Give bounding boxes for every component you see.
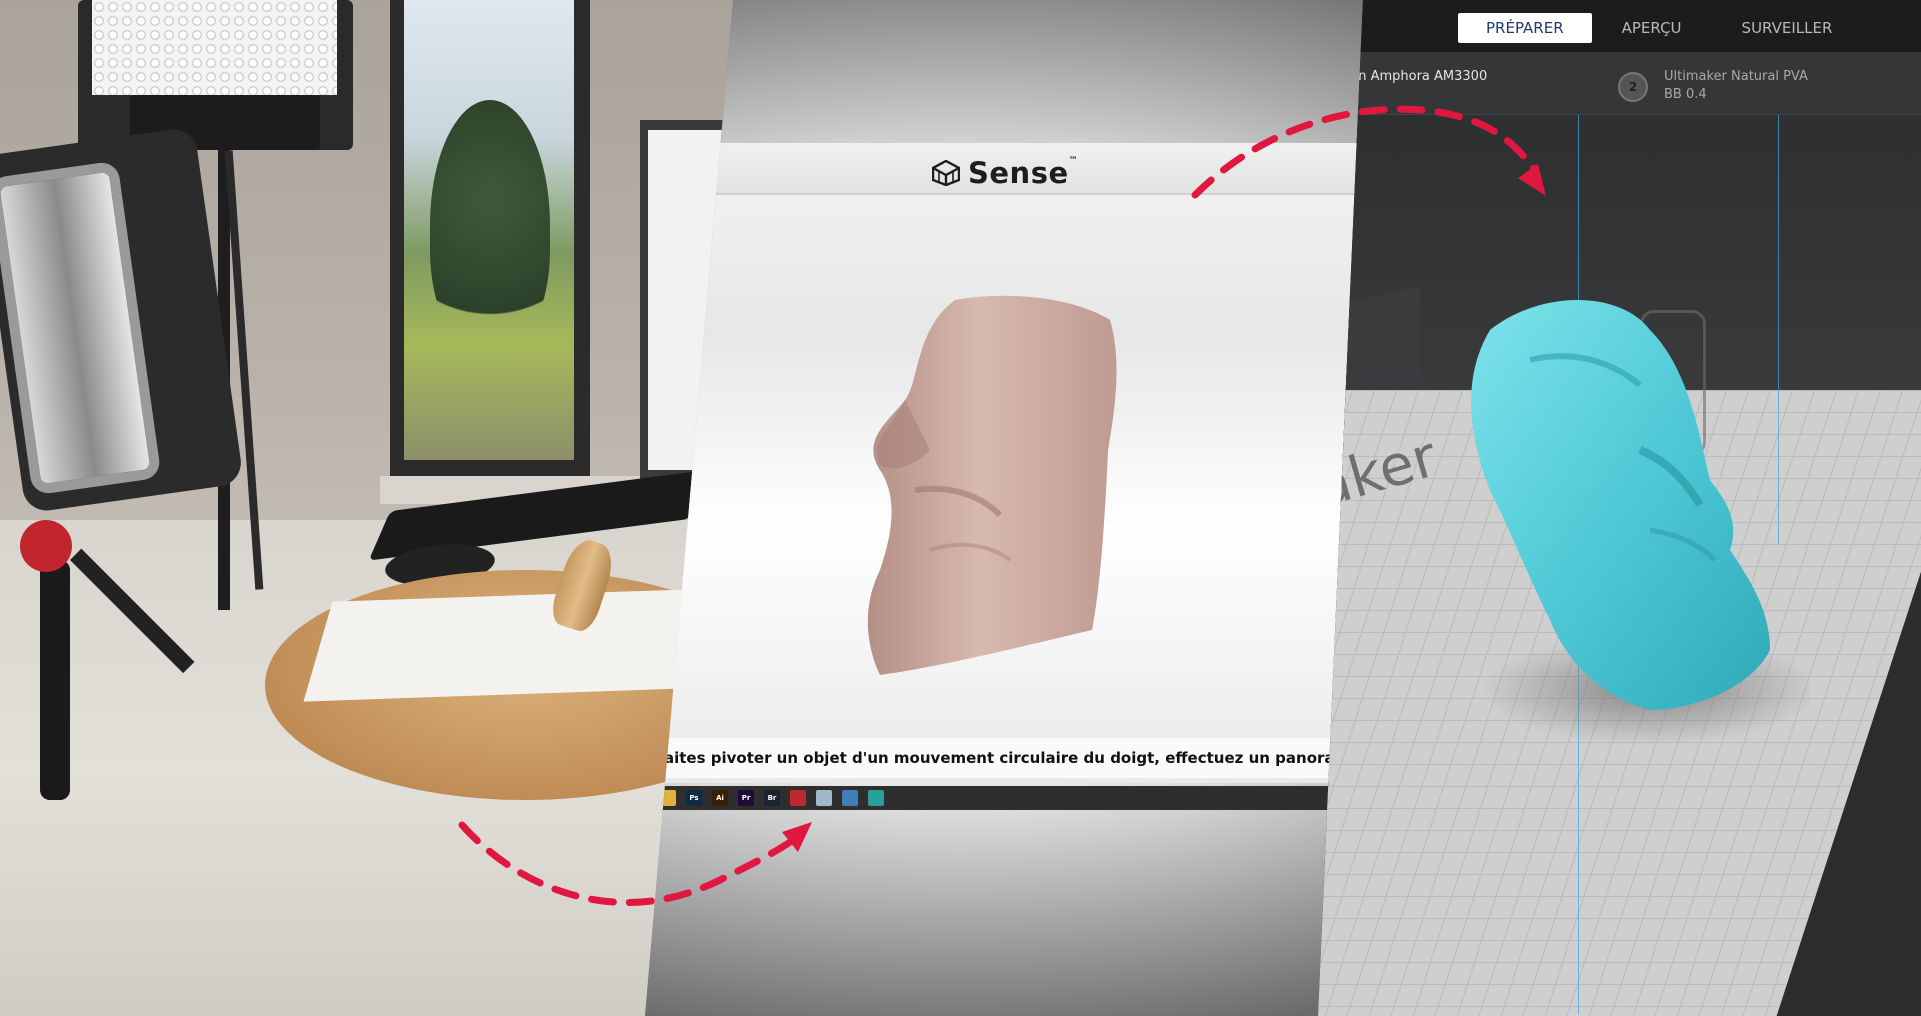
print-core: BB 0.4 xyxy=(1664,87,1707,102)
taskbar-illustrator-icon[interactable]: Ai xyxy=(712,790,728,806)
hint-bar: aites pivoter un objet d'un mouvement ci… xyxy=(645,738,1360,778)
taskbar-photos-icon[interactable] xyxy=(842,790,858,806)
taskbar-photoshop-icon[interactable]: Ps xyxy=(686,790,702,806)
taskbar-bridge-icon[interactable]: Br xyxy=(764,790,780,806)
taskbar-snip-icon[interactable] xyxy=(816,790,832,806)
tree xyxy=(430,100,550,350)
printer-name: nan Amphora AM3300 xyxy=(1342,69,1488,84)
cura-stage-tabs: PRÉPARER APERÇU SURVEILLER xyxy=(1458,13,1862,43)
sliced-head-model[interactable] xyxy=(1450,290,1810,750)
printer-detail: 4 xyxy=(1342,86,1487,104)
sense-logo-text: Sense™ xyxy=(968,156,1079,190)
tab-preview[interactable]: APERÇU xyxy=(1592,13,1712,43)
led-grid xyxy=(92,0,337,95)
extruder-2-icon[interactable]: 2 xyxy=(1618,72,1648,102)
sense-cube-icon xyxy=(932,160,960,186)
windows-taskbar: Ps Ai Pr Br xyxy=(645,786,1360,810)
tripod-head xyxy=(20,520,72,572)
tripod-leg xyxy=(40,560,70,800)
sense-logo: Sense™ xyxy=(932,156,1078,190)
material-name: Ultimaker Natural PVA xyxy=(1664,69,1808,84)
taskbar-sense-icon[interactable] xyxy=(868,790,884,806)
hint-text: aites pivoter un objet d'un mouvement ci… xyxy=(664,749,1360,767)
material-selector[interactable]: Ultimaker Natural PVA BB 0.4 xyxy=(1664,68,1808,104)
taskbar-acrobat-icon[interactable] xyxy=(790,790,806,806)
tab-monitor[interactable]: SURVEILLER xyxy=(1712,13,1863,43)
scanned-head-model[interactable] xyxy=(860,290,1130,680)
paper-sheet xyxy=(303,588,717,702)
tab-prepare[interactable]: PRÉPARER xyxy=(1458,13,1592,43)
printer-selector[interactable]: nan Amphora AM3300 4 xyxy=(1342,68,1487,104)
taskbar-premiere-icon[interactable]: Pr xyxy=(738,790,754,806)
